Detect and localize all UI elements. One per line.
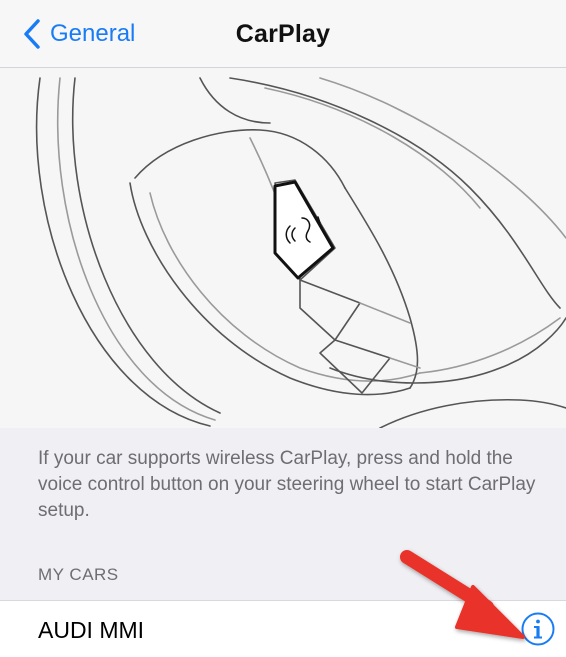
info-circle-icon[interactable]: [520, 611, 556, 647]
car-name: AUDI MMI: [38, 617, 145, 643]
page-title: CarPlay: [235, 20, 331, 48]
car-row-audi-mmi[interactable]: AUDI MMI: [0, 600, 566, 657]
steering-wheel-illustration: [0, 68, 566, 428]
steering-wheel-drawing: [35, 77, 566, 428]
navigation-bar: General CarPlay: [0, 0, 566, 68]
my-cars-header: MY CARS: [38, 565, 119, 584]
instructions-text: If your car supports wireless CarPlay, p…: [38, 448, 536, 521]
voice-control-icon: [273, 180, 335, 280]
